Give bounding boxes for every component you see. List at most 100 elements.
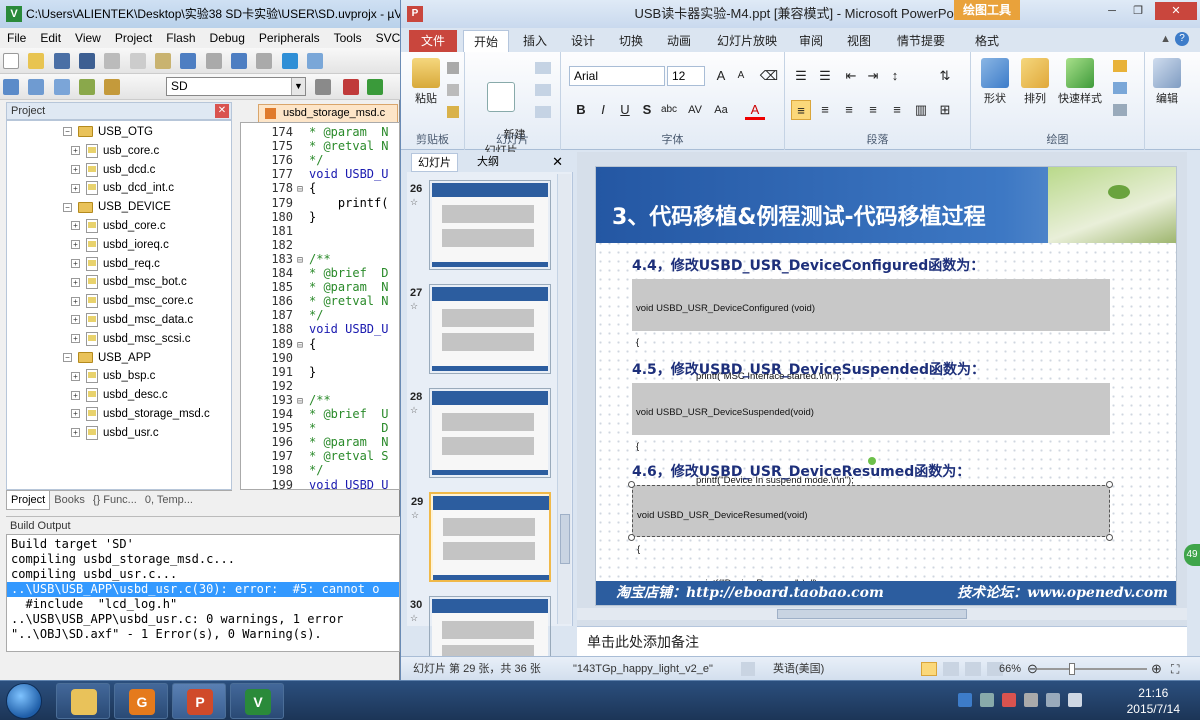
clear-format-icon[interactable]: ⌫ bbox=[759, 66, 779, 86]
menu-project[interactable]: Project bbox=[108, 28, 159, 48]
code-line[interactable]: 178 ⊟{ bbox=[241, 181, 316, 195]
tab-review[interactable]: 审阅 bbox=[799, 30, 823, 52]
build-output-line[interactable]: compiling usbd_storage_msd.c... bbox=[11, 552, 235, 567]
code-line[interactable]: 182 bbox=[241, 238, 309, 252]
code-line[interactable]: 195 * D bbox=[241, 421, 388, 435]
zoom-level-text[interactable]: 66% bbox=[999, 657, 1021, 681]
build-output-line[interactable]: Build target 'SD' bbox=[11, 537, 134, 552]
distribute-icon[interactable]: ≡ bbox=[887, 100, 907, 120]
collapse-icon[interactable]: − bbox=[63, 353, 72, 363]
spellcheck-icon[interactable] bbox=[741, 662, 755, 676]
normal-view-icon[interactable] bbox=[921, 662, 937, 676]
expand-icon[interactable]: + bbox=[71, 240, 80, 250]
line-spacing-icon[interactable]: ↕ bbox=[885, 66, 905, 86]
fit-to-window-icon[interactable]: ⛶ bbox=[1171, 657, 1179, 681]
code-line[interactable]: 181 bbox=[241, 224, 309, 238]
shape-fill-icon[interactable] bbox=[1113, 60, 1127, 72]
tab-design[interactable]: 设计 bbox=[571, 30, 595, 52]
tab-functions[interactable]: {} Func... bbox=[89, 491, 141, 510]
cut-icon[interactable] bbox=[447, 62, 459, 74]
underline-icon[interactable]: U bbox=[615, 100, 635, 120]
paste-icon[interactable] bbox=[155, 53, 172, 69]
resize-handle[interactable] bbox=[628, 534, 635, 541]
stop-build-icon[interactable] bbox=[79, 79, 96, 95]
shapes-button[interactable]: 形状 bbox=[977, 58, 1013, 106]
save-all-icon[interactable] bbox=[79, 53, 96, 69]
smartart-icon[interactable]: ⊞ bbox=[935, 100, 955, 120]
close-icon[interactable]: ✕ bbox=[546, 153, 569, 172]
nav-back-icon[interactable] bbox=[231, 53, 248, 69]
tree-file[interactable]: + usbd_req.c bbox=[71, 255, 160, 274]
rotate-handle[interactable] bbox=[868, 457, 876, 465]
section-heading-4-4[interactable]: 4.4，修改USBD_USR_DeviceConfigured函数为： bbox=[632, 255, 984, 275]
minimize-icon[interactable]: ─ bbox=[1099, 2, 1125, 20]
expand-icon[interactable]: + bbox=[71, 409, 80, 419]
close-icon[interactable]: ✕ bbox=[215, 104, 229, 118]
tray-help-icon[interactable] bbox=[980, 693, 994, 707]
taskbar-explorer[interactable] bbox=[56, 683, 110, 719]
tree-file[interactable]: + usbd_desc.c bbox=[71, 386, 168, 405]
tab-slides[interactable]: 幻灯片 bbox=[411, 153, 458, 172]
reset-icon[interactable] bbox=[535, 84, 551, 96]
menu-view[interactable]: View bbox=[68, 28, 108, 48]
section-icon[interactable] bbox=[535, 106, 551, 118]
code-line[interactable]: 197 * @retval S bbox=[241, 449, 388, 463]
rebuild-icon[interactable] bbox=[28, 79, 45, 95]
code-line[interactable]: 193 ⊟/** bbox=[241, 393, 330, 407]
open-folder-icon[interactable] bbox=[28, 53, 45, 69]
tab-templates[interactable]: 0, Temp... bbox=[141, 491, 197, 510]
build-output-line[interactable]: ..\USB\USB_APP\usbd_usr.c: 0 warnings, 1… bbox=[11, 612, 343, 627]
thumbnail-scrollbar[interactable] bbox=[557, 174, 571, 624]
format-painter-icon[interactable] bbox=[447, 106, 459, 118]
code-line[interactable]: 192 bbox=[241, 379, 309, 393]
code-line[interactable]: 190 bbox=[241, 351, 309, 365]
align-left-icon[interactable]: ≡ bbox=[791, 100, 811, 120]
align-right-icon[interactable]: ≡ bbox=[839, 100, 859, 120]
tab-books[interactable]: Books bbox=[50, 491, 89, 510]
section-heading-4-6[interactable]: 4.6，修改USBD_USR_DeviceResumed函数为： bbox=[632, 461, 970, 481]
scrollbar-thumb[interactable] bbox=[777, 609, 967, 619]
resize-handle[interactable] bbox=[628, 481, 635, 488]
slide-sorter-icon[interactable] bbox=[943, 662, 959, 676]
arrange-button[interactable]: 排列 bbox=[1017, 58, 1053, 106]
notes-pane[interactable]: 单击此处添加备注 bbox=[577, 626, 1187, 656]
nav-forward-icon[interactable] bbox=[256, 53, 273, 69]
code-line[interactable]: 199 void USBD_U bbox=[241, 478, 388, 490]
side-badge[interactable]: 49 bbox=[1184, 544, 1200, 566]
tree-file[interactable]: + usbd_msc_scsi.c bbox=[71, 330, 191, 349]
tab-insert[interactable]: 插入 bbox=[523, 30, 547, 52]
code-line[interactable]: 196 * @param N bbox=[241, 435, 388, 449]
expand-icon[interactable]: + bbox=[71, 183, 80, 193]
align-center-icon[interactable]: ≡ bbox=[815, 100, 835, 120]
numbering-icon[interactable]: ☰ bbox=[815, 66, 835, 86]
code-line[interactable]: 176 */ bbox=[241, 153, 323, 167]
collapse-icon[interactable]: − bbox=[63, 202, 72, 212]
shadow-icon[interactable]: S bbox=[637, 100, 657, 120]
quick-styles-button[interactable]: 快速样式 bbox=[1055, 58, 1105, 106]
shrink-font-icon[interactable]: A bbox=[731, 66, 751, 86]
taskbar-keil[interactable]: V bbox=[230, 683, 284, 719]
expand-icon[interactable]: + bbox=[71, 165, 80, 175]
save-icon[interactable] bbox=[53, 53, 70, 69]
tree-file[interactable]: + usb_bsp.c bbox=[71, 367, 155, 386]
zoom-slider-thumb[interactable] bbox=[1069, 663, 1075, 675]
tree-file[interactable]: + usbd_ioreq.c bbox=[71, 236, 169, 255]
editor-tab-usbd-storage[interactable]: usbd_storage_msd.c bbox=[258, 104, 398, 122]
reading-view-icon[interactable] bbox=[965, 662, 981, 676]
expand-icon[interactable]: + bbox=[71, 428, 80, 438]
shape-effects-icon[interactable] bbox=[1113, 104, 1127, 116]
zoom-in-icon[interactable]: ⊕ bbox=[1151, 657, 1162, 681]
tab-home[interactable]: 开始 bbox=[463, 30, 510, 52]
code-line[interactable]: 189 ⊟{ bbox=[241, 337, 316, 351]
code-line[interactable]: 175 * @retval N bbox=[241, 139, 388, 153]
copy-icon[interactable] bbox=[129, 53, 146, 69]
tab-view[interactable]: 视图 bbox=[847, 30, 871, 52]
code-box-4-5[interactable]: void USBD_USR_DeviceSuspended(void) { pr… bbox=[632, 383, 1110, 520]
expand-icon[interactable]: + bbox=[71, 371, 80, 381]
tab-file[interactable]: 文件 bbox=[409, 30, 457, 52]
expand-icon[interactable]: + bbox=[71, 334, 80, 344]
tab-outline[interactable]: 大纲 bbox=[471, 153, 505, 172]
resize-handle[interactable] bbox=[1106, 534, 1113, 541]
menu-debug[interactable]: Debug bbox=[203, 28, 252, 48]
menu-tools[interactable]: Tools bbox=[327, 28, 369, 48]
